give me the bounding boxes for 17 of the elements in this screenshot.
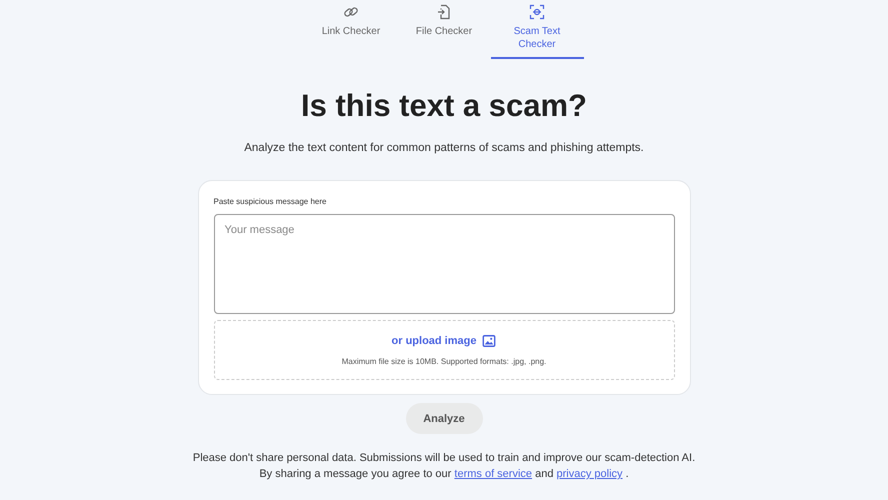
page-title: Is this text a scam? [300, 88, 587, 124]
upload-area[interactable]: or upload image Maximum file size is 10MB. Supported formats: .jpg, .png. [214, 320, 674, 380]
field-label: Paste suspicious message here [214, 197, 328, 206]
terms-link[interactable]: terms of service [454, 468, 532, 480]
checker-tab[interactable]: File Checker [398, 0, 490, 59]
image-icon [482, 334, 496, 348]
file-import-icon [436, 4, 452, 20]
consent-text: By sharing a message you agree to our terms of service and privacy policy . [259, 467, 629, 482]
scan-icon [529, 4, 545, 20]
checker-tab[interactable]: Link Checker [304, 0, 398, 59]
page-subtitle: Analyze the text content for common patterns of scams and phishing attempts. [244, 142, 644, 154]
checker-tab[interactable]: Scam Text Checker [490, 0, 584, 59]
upload-image-link[interactable]: or upload image [392, 335, 476, 347]
message-field[interactable]: Your message [214, 214, 674, 314]
upload-hint: Maximum file size is 10MB. Supported formats: .jpg, .png. [342, 357, 546, 366]
privacy-link[interactable]: privacy policy [556, 468, 623, 480]
privacy-notice: Please don't share personal data. Submissions will be used to train and improve our scam-detection AI. [192, 451, 696, 466]
